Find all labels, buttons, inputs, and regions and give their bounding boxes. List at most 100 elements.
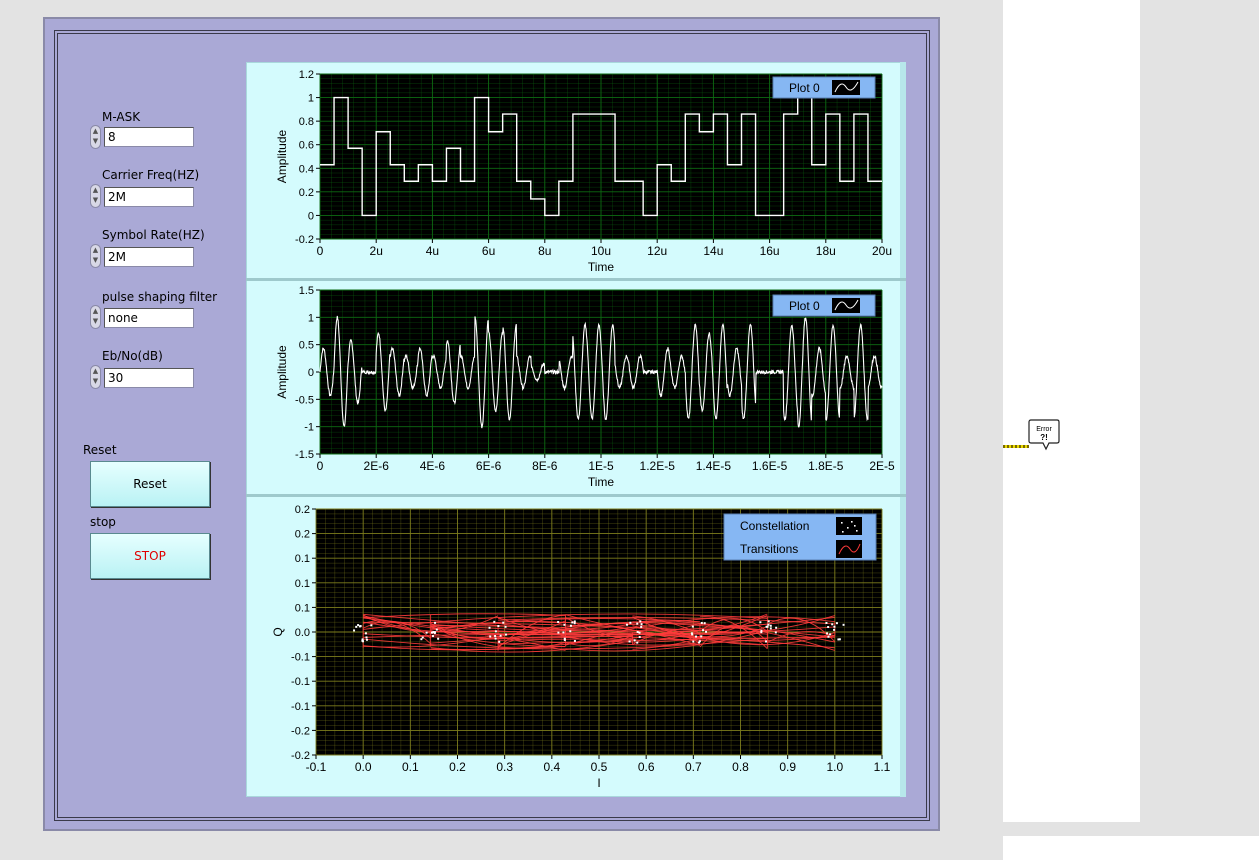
x-tick-label: 0 <box>317 459 324 473</box>
constellation-point <box>353 629 356 632</box>
baseband-x-label: Time <box>588 260 615 274</box>
y-tick-label: 0.2 <box>295 529 310 541</box>
y-tick-label: 1 <box>308 312 314 324</box>
constellation-point <box>569 630 572 633</box>
modulated-x-label: Time <box>588 475 615 489</box>
constellation-point <box>626 623 629 626</box>
constellation-point <box>698 641 701 644</box>
x-tick-label: 14u <box>703 244 723 258</box>
constellation-point <box>573 622 576 625</box>
x-tick-label: 0.6 <box>638 760 655 774</box>
constellation-point <box>638 636 641 639</box>
constellation-point <box>691 625 694 628</box>
constellation-point <box>431 635 434 638</box>
constellation-point <box>767 620 770 623</box>
constellation-point <box>358 625 361 628</box>
legend-dot <box>856 530 858 532</box>
constellation-point <box>638 631 641 634</box>
baseband-graph: 0 2u 4u 6u 8u 10u 12u 14u 16u 18u 20u-0.200.20.40.… <box>275 69 892 274</box>
x-tick-label: 0.3 <box>496 760 513 774</box>
constellation-point <box>504 625 507 628</box>
block-diagram-area <box>1003 836 1259 860</box>
y-tick-label: 0 <box>308 210 314 222</box>
x-tick-label: 1.1 <box>874 760 891 774</box>
x-tick-label: 0.2 <box>449 760 466 774</box>
constellation-point <box>700 635 703 638</box>
y-tick-label: 0.2 <box>299 187 314 199</box>
legend-dot <box>854 525 856 527</box>
constellation-point <box>842 623 845 626</box>
constellation-point <box>493 620 496 623</box>
x-tick-label: 1.0 <box>826 760 843 774</box>
x-tick-label: 8E-6 <box>532 459 558 473</box>
constellation-point <box>628 640 631 643</box>
constellation-point <box>775 626 778 629</box>
x-tick-label: 1E-5 <box>588 459 614 473</box>
y-tick-label: 0.1 <box>295 602 310 614</box>
constellation-point <box>499 634 502 637</box>
baseband-y-label: Amplitude <box>275 130 289 184</box>
y-tick-label: -0.2 <box>291 725 310 737</box>
constellation-point <box>365 636 368 639</box>
error-cluster-icon[interactable]: Error ?! <box>1027 419 1061 451</box>
x-tick-label: 2E-6 <box>364 459 390 473</box>
constellation-point <box>497 625 500 628</box>
constellation-point <box>636 641 639 644</box>
constellation-point <box>826 632 829 635</box>
constellation-point <box>370 624 373 627</box>
constellation-legend[interactable]: Constellation Transitions <box>723 513 877 561</box>
modulated-y-label: Amplitude <box>275 345 289 399</box>
y-tick-label: -0.5 <box>295 394 314 406</box>
y-tick-label: 0.1 <box>295 578 310 590</box>
y-tick-label: -0.2 <box>295 234 314 246</box>
constellation-point <box>692 640 695 643</box>
constellation-point <box>765 625 768 628</box>
x-tick-label: 0.8 <box>732 760 749 774</box>
constellation-point <box>835 622 838 625</box>
legend-swatch <box>836 517 862 535</box>
y-tick-label: -1 <box>304 422 314 434</box>
legend-dot <box>851 521 853 523</box>
constellation-point <box>502 621 505 624</box>
error-icon-text: Error <box>1036 426 1052 433</box>
x-tick-label: -0.1 <box>306 760 327 774</box>
legend-label: Plot 0 <box>789 299 820 313</box>
modulated-legend[interactable]: Plot 0 <box>772 294 876 317</box>
x-tick-label: 4E-6 <box>420 459 446 473</box>
constellation-point <box>437 637 440 640</box>
constellation-point <box>703 622 706 625</box>
constellation-point <box>760 631 763 634</box>
baseband-legend[interactable]: Plot 0 <box>772 76 876 99</box>
error-wire <box>1003 445 1029 448</box>
constellation-point <box>488 626 491 629</box>
constellation-point <box>640 623 643 626</box>
x-tick-label: 1.6E-5 <box>752 459 788 473</box>
x-tick-label: 1.8E-5 <box>808 459 844 473</box>
x-tick-label: 16u <box>760 244 780 258</box>
legend-label: Plot 0 <box>789 81 820 95</box>
constellation-point <box>700 621 703 624</box>
constellation-point <box>562 631 565 634</box>
constellation-point <box>357 624 360 627</box>
x-tick-label: 0.9 <box>779 760 796 774</box>
constellation-point <box>563 623 566 626</box>
y-tick-label: 0.0 <box>295 627 310 639</box>
constellation-point <box>494 635 497 638</box>
x-tick-label: 0.1 <box>402 760 419 774</box>
y-tick-label: -0.1 <box>291 676 310 688</box>
legend-label-transitions: Transitions <box>740 542 798 556</box>
block-diagram-area <box>1003 0 1140 822</box>
x-tick-label: 1.2E-5 <box>640 459 676 473</box>
x-tick-label: 0 <box>317 244 324 258</box>
constellation-point <box>421 636 424 639</box>
constellation-point <box>759 621 762 624</box>
constellation-point <box>774 631 777 634</box>
svg-text:?!: ?! <box>1040 433 1048 442</box>
legend-dot <box>841 522 843 524</box>
constellation-point <box>639 620 642 623</box>
constellation-point <box>569 624 572 627</box>
constellation-point <box>498 640 501 643</box>
constellation-y-label: Q <box>271 627 285 636</box>
x-tick-label: 0.4 <box>543 760 560 774</box>
x-tick-label: 0.5 <box>591 760 608 774</box>
